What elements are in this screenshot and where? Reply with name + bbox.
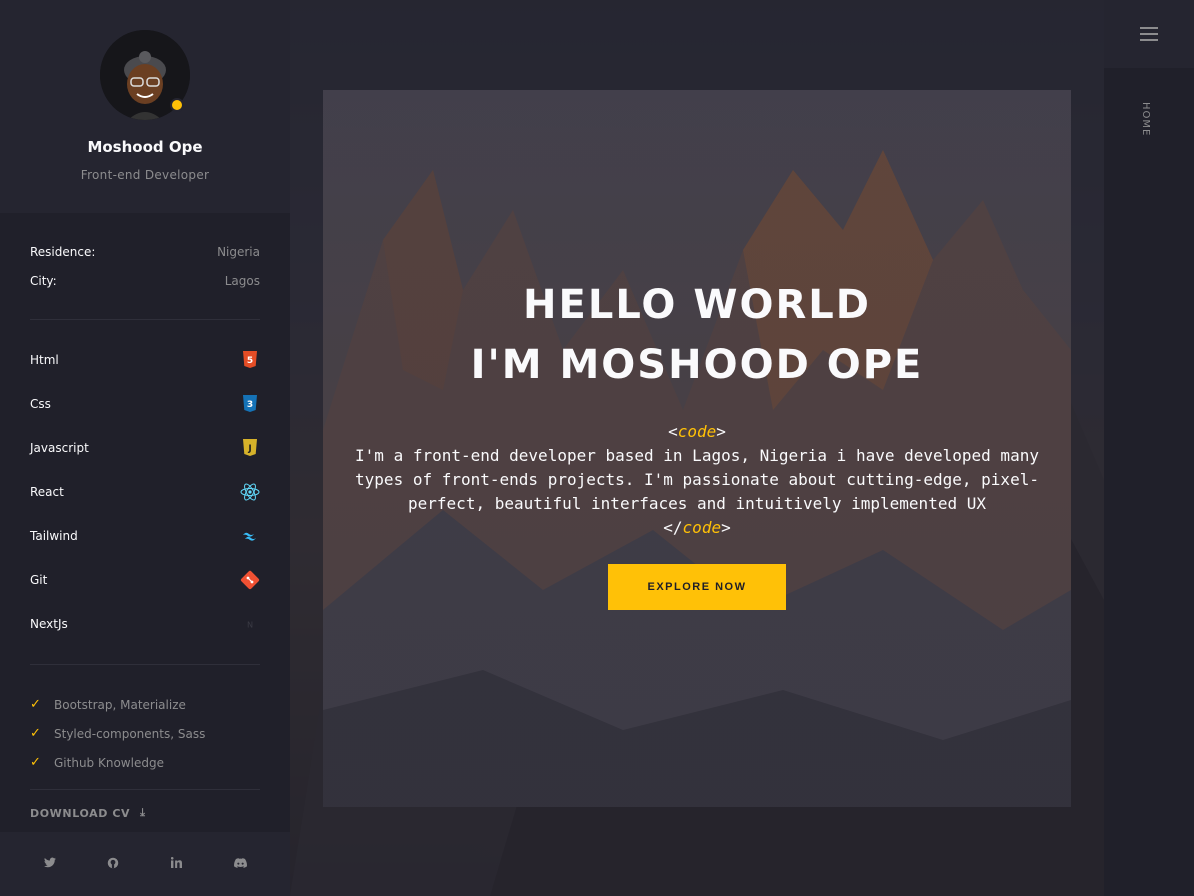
- skill-label: Javascript: [30, 441, 89, 455]
- info-list: Residence: Nigeria City: Lagos: [0, 213, 290, 295]
- nav-item-home[interactable]: HOME: [1140, 102, 1151, 136]
- code-close-tag: </code>: [663, 518, 731, 537]
- profile-name: Moshood Ope: [87, 138, 203, 156]
- download-cv-link[interactable]: DOWNLOAD CV ⤓: [0, 790, 290, 820]
- skill-label: Git: [30, 573, 48, 587]
- social-links: [0, 832, 290, 896]
- react-icon: [240, 482, 260, 502]
- extra-label: Styled-components, Sass: [54, 726, 206, 741]
- discord-icon[interactable]: [230, 857, 250, 871]
- right-nav: HOME: [1104, 0, 1194, 896]
- nextjs-icon: N: [240, 614, 260, 634]
- check-icon: ✓: [30, 697, 41, 712]
- download-icon: ⤓: [140, 806, 146, 819]
- info-key: City:: [30, 273, 57, 288]
- twitter-icon[interactable]: [40, 857, 60, 871]
- check-icon: ✓: [30, 726, 41, 741]
- tailwind-icon: [240, 526, 260, 546]
- skills-list: Html 5 Css 3 Javascript J React Tailwind: [0, 320, 290, 646]
- hero-description: I'm a front-end developer based in Lagos…: [355, 446, 1039, 513]
- svg-text:J: J: [247, 444, 251, 454]
- info-key: Residence:: [30, 244, 96, 259]
- download-cv-label: DOWNLOAD CV: [30, 806, 131, 820]
- skill-item-html: Html 5: [30, 338, 260, 382]
- extra-item: ✓ Styled-components, Sass: [30, 719, 260, 748]
- skill-item-git: Git: [30, 558, 260, 602]
- skill-item-nextjs: NextJs N: [30, 602, 260, 646]
- explore-now-button[interactable]: EXPLORE NOW: [608, 564, 786, 610]
- profile-role: Front-end Developer: [80, 168, 210, 182]
- info-row-city: City: Lagos: [30, 266, 260, 295]
- info-value: Nigeria: [217, 244, 260, 259]
- skill-label: Tailwind: [30, 529, 78, 543]
- hero-title-line1: HELLO WORLD: [523, 282, 871, 328]
- extra-item: ✓ Github Knowledge: [30, 748, 260, 777]
- git-icon: [240, 570, 260, 590]
- skill-label: React: [30, 485, 64, 499]
- github-icon[interactable]: [103, 857, 123, 872]
- linkedin-icon[interactable]: [167, 857, 187, 871]
- html5-icon: 5: [240, 350, 260, 370]
- extra-item: ✓ Bootstrap, Materialize: [30, 690, 260, 719]
- svg-text:N: N: [247, 620, 253, 630]
- skill-item-react: React: [30, 470, 260, 514]
- extras-list: ✓ Bootstrap, Materialize ✓ Styled-compon…: [0, 665, 290, 789]
- hero-content: HELLO WORLD I'M MOSHOOD OPE <code> I'm a…: [323, 275, 1071, 610]
- code-open-tag: <code>: [668, 422, 726, 441]
- sidebar: Moshood Ope Front-end Developer Residenc…: [0, 0, 290, 896]
- svg-text:3: 3: [247, 400, 253, 410]
- skill-item-css: Css 3: [30, 382, 260, 426]
- css3-icon: 3: [240, 394, 260, 414]
- skill-label: Html: [30, 353, 59, 367]
- check-icon: ✓: [30, 755, 41, 770]
- info-value: Lagos: [224, 273, 260, 288]
- skill-item-javascript: Javascript J: [30, 426, 260, 470]
- skill-label: Css: [30, 397, 51, 411]
- hero-code-block: <code> I'm a front-end developer based i…: [352, 420, 1042, 540]
- javascript-icon: J: [240, 438, 260, 458]
- skill-label: NextJs: [30, 617, 68, 631]
- extra-label: Bootstrap, Materialize: [54, 697, 186, 712]
- online-status-dot: [170, 98, 184, 112]
- hamburger-icon: [1140, 23, 1158, 45]
- info-row-residence: Residence: Nigeria: [30, 237, 260, 266]
- menu-button[interactable]: [1104, 0, 1194, 68]
- profile-card: Moshood Ope Front-end Developer: [0, 0, 290, 213]
- skill-item-tailwind: Tailwind: [30, 514, 260, 558]
- hero-title-line2: I'M MOSHOOD OPE: [470, 342, 924, 388]
- hero-banner: HELLO WORLD I'M MOSHOOD OPE <code> I'm a…: [323, 90, 1071, 807]
- svg-text:5: 5: [247, 356, 253, 366]
- extra-label: Github Knowledge: [54, 755, 164, 770]
